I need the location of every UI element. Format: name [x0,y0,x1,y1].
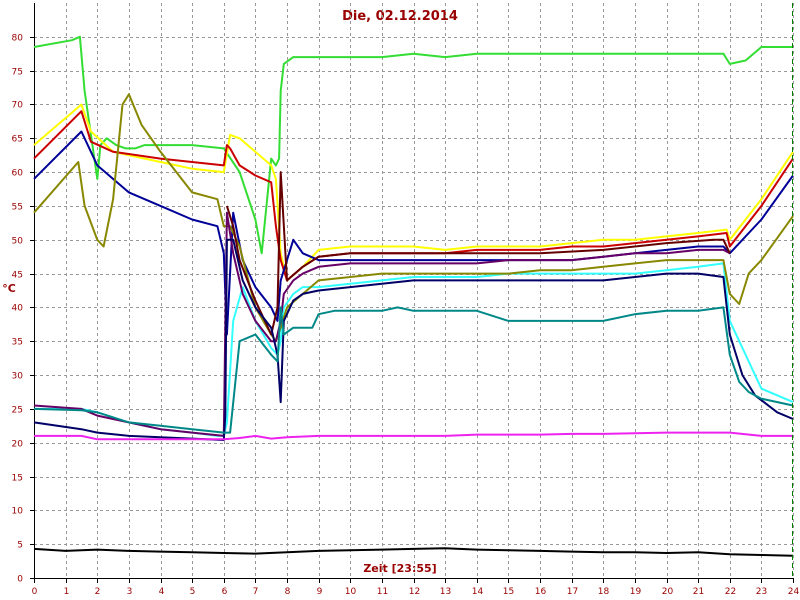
y-tick-label: 75 [12,68,23,78]
chart-window: Die, 02.12.2014 °C Zeit [23:55] 01234567… [0,0,800,600]
y-tick-label: 80 [12,34,24,44]
series-line-6 [33,93,794,343]
series-line-5 [34,262,794,437]
x-tick-label: 12 [409,587,420,597]
x-tick-label: 1 [64,587,70,597]
y-tick-label: 55 [12,203,23,213]
series-line-3 [33,110,794,282]
x-tick-label: 18 [598,587,610,597]
x-tick-label: 17 [567,587,578,597]
x-tick-label: 13 [440,587,451,597]
x-tick-label: 16 [535,587,547,597]
x-tick-label: 10 [345,587,357,597]
x-tick-label: 4 [159,587,165,597]
y-tick-label: 35 [12,338,23,348]
y-tick-label: 5 [17,541,23,551]
x-tick-label: 23 [756,587,767,597]
y-tick-label: 15 [12,474,23,484]
x-tick-label: 24 [788,587,800,597]
x-tick-label: 5 [190,587,196,597]
x-tick-label: 2 [95,587,101,597]
x-tick-label: 21 [693,587,704,597]
y-tick-label: 25 [12,406,23,416]
x-tick-label: 9 [317,587,323,597]
y-tick-label: 40 [12,304,24,314]
x-tick-label: 8 [285,587,291,597]
y-tick-label: 20 [12,440,24,450]
x-tick-label: 11 [377,587,388,597]
x-tick-label: 14 [472,587,484,597]
x-tick-label: 7 [253,587,259,597]
x-tick-label: 20 [662,587,674,597]
series-line-10 [33,306,794,434]
y-tick-label: 10 [12,507,24,517]
series-line-4 [33,130,794,336]
y-tick-label: 65 [12,135,23,145]
x-tick-label: 15 [503,587,514,597]
series-line-12 [33,547,794,557]
line-chart: 0 1 2 3 4 5 6 7 8 9 10 11 12 13 14 15 16 17 18 19 20 21 22 23 24… [12,3,800,597]
y-tick-label: 50 [12,237,24,247]
y-tick-label: 70 [12,101,24,111]
x-tick-label: 19 [630,587,642,597]
y-tick-label: 30 [12,372,24,382]
y-tick-label: 60 [12,169,24,179]
series-line-1 [33,35,793,255]
x-tick-label: 0 [32,587,38,597]
x-tick-label: 3 [127,587,133,597]
y-tick-label: 45 [12,271,23,281]
y-tick-label: 0 [17,575,23,585]
x-tick-label: 22 [725,587,736,597]
x-tick-label: 6 [222,587,228,597]
